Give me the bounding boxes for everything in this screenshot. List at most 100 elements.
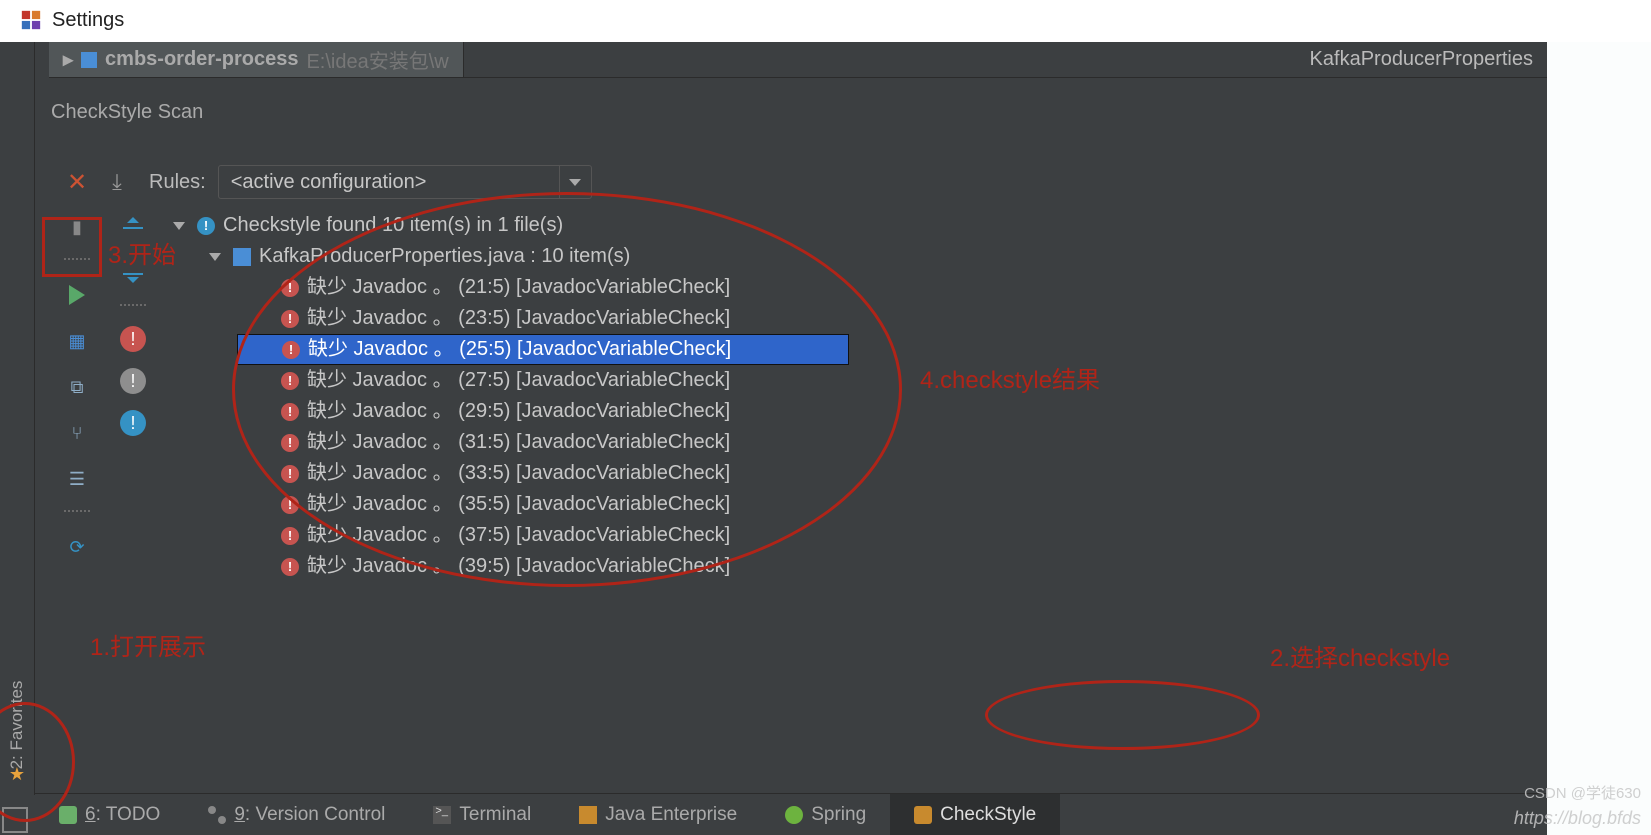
java-enterprise-icon (579, 806, 597, 824)
refresh-icon[interactable]: ⟳ (62, 532, 92, 562)
tree-issue-text: 缺少 Javadoc 。 (25:5) [JavadocVariableChec… (308, 334, 731, 365)
project-icon (81, 52, 97, 68)
collapse-all-icon[interactable] (118, 258, 148, 288)
chevron-down-icon (209, 253, 221, 261)
status-checkstyle[interactable]: CheckStyle (890, 794, 1060, 835)
project-name: cmbs-order-process (105, 48, 298, 71)
error-icon: ! (281, 279, 299, 297)
rules-label: Rules: (149, 171, 206, 194)
tree-root[interactable]: ! Checkstyle found 10 item(s) in 1 file(… (165, 210, 1547, 241)
filter-icon[interactable]: ▮ (62, 212, 92, 242)
tree-issue-text: 缺少 Javadoc 。 (33:5) [JavadocVariableChec… (307, 458, 730, 489)
window-title: Settings (52, 9, 124, 32)
status-spring-label: Spring (811, 804, 866, 826)
tree-issue-row[interactable]: ! 缺少 Javadoc 。 (27:5) [JavadocVariableChe… (165, 365, 1547, 396)
project-path: E:\idea安装包\w (306, 45, 448, 74)
java-file-icon (233, 248, 251, 266)
version-control-icon (208, 806, 226, 824)
tree-issue-text: 缺少 Javadoc 。 (23:5) [JavadocVariableChec… (307, 303, 730, 334)
tree-issue-text: 缺少 Javadoc 。 (31:5) [JavadocVariableChec… (307, 427, 730, 458)
tree-issue-row[interactable]: ! 缺少 Javadoc 。 (21:5) [JavadocVariableChe… (165, 272, 1547, 303)
error-icon: ! (281, 310, 299, 328)
watermark: CSDN @学徒630 (1524, 782, 1641, 803)
module-icon[interactable]: ▦ (62, 326, 92, 356)
error-filter-icon[interactable]: ! (120, 326, 146, 352)
tree-issue-row[interactable]: ! 缺少 Javadoc 。 (23:5) [JavadocVariableChe… (165, 303, 1547, 334)
ide-panel: ▸ cmbs-order-process E:\idea安装包\w KafkaP… (0, 42, 1547, 835)
error-icon: ! (281, 527, 299, 545)
play-icon (69, 285, 85, 305)
spring-icon (785, 806, 803, 824)
error-icon: ! (281, 403, 299, 421)
tree-issue-row[interactable]: !缺少 Javadoc 。 (25:5) [JavadocVariableChe… (237, 334, 849, 365)
status-je-label: Java Enterprise (605, 804, 737, 826)
status-todo-rest: : TODO (96, 804, 161, 825)
tree-issue-row[interactable]: ! 缺少 Javadoc 。 (29:5) [JavadocVariableChe… (165, 396, 1547, 427)
right-gutter (1547, 42, 1651, 835)
rules-toolbar: ✕ ⤓ Rules: <active configuration> (35, 160, 1547, 204)
error-icon: ! (281, 372, 299, 390)
branch-icon[interactable]: ⑂ (62, 418, 92, 448)
left-gutter: 2: Favorites ★ (0, 42, 35, 795)
todo-icon (59, 806, 77, 824)
separator (120, 304, 146, 310)
tab-strip: ▸ cmbs-order-process E:\idea安装包\w KafkaP… (49, 42, 1547, 78)
status-terminal[interactable]: Terminal (409, 794, 555, 835)
editor-tab[interactable]: KafkaProducerProperties (1296, 42, 1547, 77)
tree-issue-text: 缺少 Javadoc 。 (21:5) [JavadocVariableChec… (307, 272, 730, 303)
status-bar: 6: TODO 9: Version Control Terminal Java… (35, 793, 1547, 835)
error-icon: ! (281, 465, 299, 483)
status-vc-rest: : Version Control (245, 804, 385, 825)
status-java-enterprise[interactable]: Java Enterprise (555, 794, 761, 835)
star-icon[interactable]: ★ (9, 764, 25, 785)
expand-all-icon[interactable] (118, 212, 148, 242)
tree-issue-row[interactable]: ! 缺少 Javadoc 。 (33:5) [JavadocVariableChe… (165, 458, 1547, 489)
rules-select[interactable]: <active configuration> (218, 165, 592, 199)
tree-issue-text: 缺少 Javadoc 。 (35:5) [JavadocVariableChec… (307, 489, 730, 520)
status-vc-num: 9 (234, 804, 245, 825)
toolwindow-toggle-icon[interactable] (2, 807, 28, 833)
status-todo[interactable]: 6: TODO (35, 794, 184, 835)
warning-filter-icon[interactable]: ! (120, 368, 146, 394)
tree-issue-text: 缺少 Javadoc 。 (39:5) [JavadocVariableChec… (307, 551, 730, 582)
copy-icon[interactable]: ⧉ (62, 372, 92, 402)
error-icon: ! (281, 434, 299, 452)
chevron-down-icon (569, 179, 581, 186)
tree-issue-row[interactable]: ! 缺少 Javadoc 。 (37:5) [JavadocVariableChe… (165, 520, 1547, 551)
tree-issue-row[interactable]: ! 缺少 Javadoc 。 (35:5) [JavadocVariableChe… (165, 489, 1547, 520)
error-icon: ! (281, 496, 299, 514)
results-tree: ! Checkstyle found 10 item(s) in 1 file(… (165, 210, 1547, 755)
status-todo-num: 6 (85, 804, 96, 825)
tool-column-right: ! ! ! (112, 212, 154, 436)
rules-selected: <active configuration> (219, 171, 559, 194)
tree-file[interactable]: KafkaProducerProperties.java : 10 item(s… (165, 241, 1547, 272)
separator (64, 510, 90, 516)
tree-issue-text: 缺少 Javadoc 。 (29:5) [JavadocVariableChec… (307, 396, 730, 427)
checkstyle-panel-title: CheckStyle Scan (51, 101, 203, 124)
project-tab[interactable]: ▸ cmbs-order-process E:\idea安装包\w (49, 42, 464, 77)
tree-issue-text: 缺少 Javadoc 。 (27:5) [JavadocVariableChec… (307, 365, 730, 396)
tree-root-text: Checkstyle found 10 item(s) in 1 file(s) (223, 210, 563, 241)
tree-issue-text: 缺少 Javadoc 。 (37:5) [JavadocVariableChec… (307, 520, 730, 551)
checkstyle-icon (914, 806, 932, 824)
tree-file-text: KafkaProducerProperties.java : 10 item(s… (259, 241, 630, 272)
status-spring[interactable]: Spring (761, 794, 890, 835)
terminal-icon (433, 806, 451, 824)
status-version-control[interactable]: 9: Version Control (184, 794, 409, 835)
separator (64, 258, 90, 264)
info-icon: ! (197, 217, 215, 235)
close-icon[interactable]: ✕ (63, 168, 91, 197)
app-icon (20, 9, 42, 31)
run-check-button[interactable] (62, 280, 92, 310)
error-icon: ! (281, 558, 299, 576)
favorites-label[interactable]: 2: Favorites (7, 681, 27, 770)
tree-issue-row[interactable]: ! 缺少 Javadoc 。 (31:5) [JavadocVariableChe… (165, 427, 1547, 458)
watermark-url: https://blog.bfds (1514, 808, 1641, 829)
list-icon[interactable]: ☰ (62, 464, 92, 494)
tool-column-left: ▮ ▦ ⧉ ⑂ ☰ ⟳ (56, 212, 98, 562)
info-filter-icon[interactable]: ! (120, 410, 146, 436)
download-icon[interactable]: ⤓ (103, 169, 131, 195)
tree-issue-row[interactable]: ! 缺少 Javadoc 。 (39:5) [JavadocVariableChe… (165, 551, 1547, 582)
rules-dropdown-button[interactable] (559, 166, 591, 198)
status-checkstyle-label: CheckStyle (940, 804, 1036, 826)
